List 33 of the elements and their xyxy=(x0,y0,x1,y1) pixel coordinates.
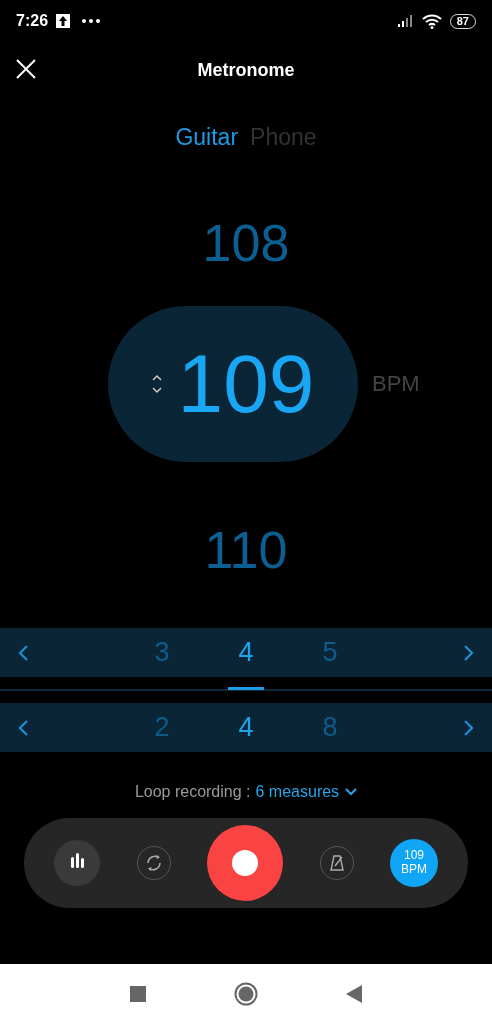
picker-option[interactable]: 8 xyxy=(288,706,372,748)
unit-label: BPM xyxy=(372,370,420,398)
picker-option[interactable]: 2 xyxy=(120,706,204,748)
picker-option[interactable]: 3 xyxy=(120,631,204,673)
picker-option[interactable]: 5 xyxy=(288,631,372,673)
record-icon xyxy=(232,849,258,876)
loop-label: Loop recording : xyxy=(134,781,251,802)
tempo-value[interactable]: 108 xyxy=(0,216,492,269)
more-icon xyxy=(82,19,101,23)
wifi-icon xyxy=(421,13,442,29)
chevron-left-icon xyxy=(17,643,29,662)
page-indicator xyxy=(228,686,264,690)
up-down-icon xyxy=(151,372,162,395)
tempo-value[interactable]: 110 xyxy=(0,523,492,576)
chevron-right-icon xyxy=(463,718,475,737)
stats-button[interactable] xyxy=(54,839,100,886)
tempo-button[interactable]: 109 BPM xyxy=(390,838,438,887)
signal-icon xyxy=(397,15,414,27)
chevron-left-icon xyxy=(17,718,29,737)
mode-tab[interactable]: Guitar xyxy=(169,120,245,155)
screen-title: Metronome xyxy=(197,58,295,82)
tempo-display[interactable]: 109 xyxy=(108,305,358,462)
home-button[interactable] xyxy=(234,982,258,1006)
measures-dropdown[interactable]: 6 measures xyxy=(255,779,358,804)
close-button[interactable] xyxy=(14,56,38,81)
clock: 7:26 xyxy=(16,11,49,31)
chevron-down-icon xyxy=(345,787,358,796)
back-button[interactable] xyxy=(346,985,362,1003)
chevron-right-icon xyxy=(463,643,475,662)
upload-icon xyxy=(56,14,71,28)
tempo-value: 109 xyxy=(177,342,315,425)
picker-option[interactable]: 4 xyxy=(204,706,288,748)
picker-option[interactable]: 4 xyxy=(204,631,288,673)
